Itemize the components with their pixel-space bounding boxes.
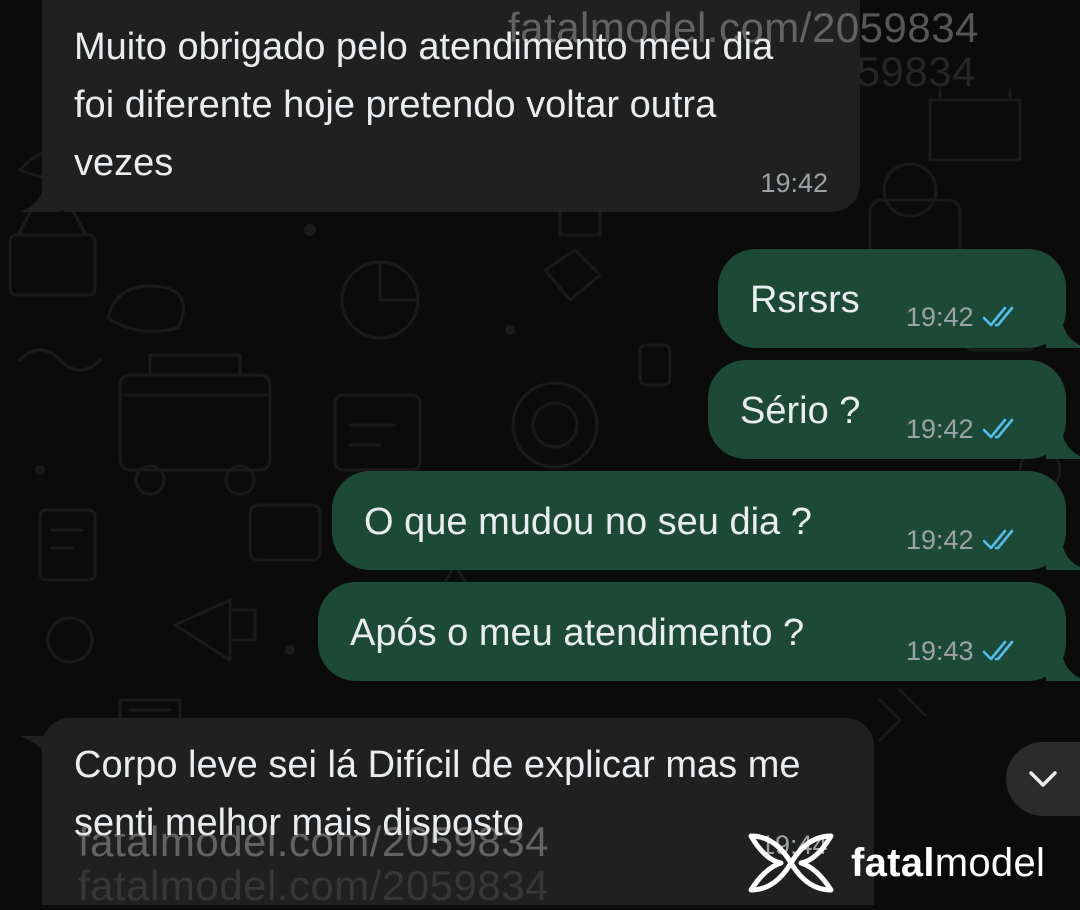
- message-meta: 19:43: [906, 636, 1020, 666]
- message-outgoing[interactable]: O que mudou no seu dia ? 19:42: [332, 471, 1080, 570]
- bubble-tail: [1046, 423, 1080, 459]
- bubble-tail: [20, 736, 60, 772]
- message-outgoing[interactable]: Sério ? 19:42: [708, 360, 1080, 459]
- message-meta: 19:42: [906, 525, 1020, 555]
- message-outgoing[interactable]: Rsrsrs 19:42: [718, 249, 1080, 348]
- double-check-read-icon: [982, 640, 1013, 661]
- fatalmodel-logo-icon: [748, 833, 834, 893]
- message-incoming[interactable]: Muito obrigado pelo atendimento meu dia …: [20, 0, 860, 212]
- bubble-tail: [20, 176, 60, 212]
- double-check-read-icon: [982, 529, 1013, 550]
- fatalmodel-brand: fatalmodel: [745, 828, 1045, 898]
- message-time: 19:42: [906, 525, 974, 555]
- message-outgoing[interactable]: Após o meu atendimento ? 19:43: [318, 582, 1080, 681]
- message-time: 19:42: [906, 302, 974, 332]
- message-text: Corpo leve sei lá Difícil de explicar ma…: [74, 744, 801, 844]
- bubble-tail: [1046, 534, 1080, 570]
- message-meta: 19:42: [906, 302, 1020, 332]
- message-text: Muito obrigado pelo atendimento meu dia …: [74, 26, 774, 184]
- scroll-to-bottom-button[interactable]: [1006, 742, 1080, 816]
- brand-name: fatalmodel: [851, 840, 1046, 885]
- message-time: 19:42: [760, 168, 828, 198]
- message-meta: 19:42: [906, 414, 1020, 444]
- double-check-read-icon: [982, 306, 1013, 327]
- message-time: 19:42: [906, 414, 974, 444]
- chevron-down-icon: [1029, 771, 1057, 787]
- message-time: 19:43: [906, 636, 974, 666]
- bubble-tail: [1046, 645, 1080, 681]
- double-check-read-icon: [982, 418, 1013, 439]
- bubble-tail: [1046, 312, 1080, 348]
